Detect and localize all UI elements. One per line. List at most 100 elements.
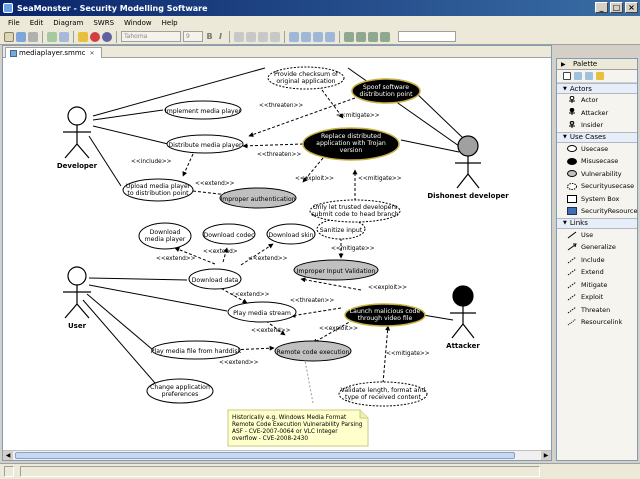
menu-help[interactable]: Help [157,19,183,27]
grid-icon[interactable] [368,31,378,42]
actor-developer[interactable] [63,106,91,159]
diagram-canvas[interactable]: Developer Dishonest developer User Attac… [3,58,551,450]
palette-item-generalize[interactable]: Generalize [557,241,637,254]
svg-text:application with Trojan: application with Trojan [316,140,386,147]
scroll-right-icon[interactable]: ▶ [541,451,551,460]
usecase-distribute[interactable]: Distribute media player [166,134,244,154]
svg-text:submit code to head branch: submit code to head branch [311,211,398,218]
fill-color-icon[interactable] [246,31,256,42]
palette-item-include[interactable]: Include [557,254,637,267]
actor-attacker[interactable] [450,285,476,339]
misusecase-replace[interactable]: Replace distributed application with Tro… [302,127,400,161]
undo-icon[interactable] [47,31,57,42]
triangle-down-icon: ▼ [563,220,567,226]
palette-item-securityusecase[interactable]: Securityusecase [557,180,637,193]
usecase-download-codec[interactable]: Download codec [202,223,256,245]
svg-text:Replace distributed: Replace distributed [321,133,381,140]
misusecase-spoof[interactable]: Spoof software distribution point [351,78,421,104]
line-style-icon[interactable] [270,31,280,42]
zoom-combo[interactable] [398,31,456,42]
palette-item-mitigate[interactable]: Mitigate [557,279,637,292]
palette-item-vulnerability[interactable]: Vulnerability [557,168,637,181]
vulnerability-auth[interactable]: Improper authentication [219,187,297,209]
select-icon[interactable] [313,31,323,42]
menu-file[interactable]: File [3,19,25,27]
securityusecase-validate[interactable]: Validate length, format and type of rece… [338,381,428,407]
misusecase-launch[interactable]: Launch malicious code through video file [344,303,426,327]
usecase-implement[interactable]: Implement media player [164,100,242,120]
securityusecase-sanitize[interactable]: Sanitize input [316,218,366,240]
close-button[interactable]: × [625,2,638,13]
palette-item-actor[interactable]: Actor [557,94,637,107]
select-tool-icon[interactable] [563,72,571,80]
palette-item-usecase[interactable]: Usecase [557,143,637,156]
menu-diagram[interactable]: Diagram [48,19,88,27]
route-icon[interactable] [344,31,354,42]
horizontal-scrollbar[interactable]: ◀ ▶ [3,450,551,460]
zoom-in-icon[interactable] [574,72,582,80]
redo-icon[interactable] [59,31,69,42]
font-combo[interactable]: Tahoma [121,31,181,42]
usecase-upload[interactable]: Upload media player to distribution poin… [122,178,194,202]
tab-mediaplayer[interactable]: mediaplayer.smmc ✕ [5,47,102,58]
print-icon[interactable] [28,31,38,42]
palette-header[interactable]: ▶ Palette [557,59,637,70]
close-icon[interactable]: ✕ [90,50,95,57]
menu-edit[interactable]: Edit [25,19,49,27]
save-icon[interactable] [16,31,26,42]
font-color-icon[interactable] [234,31,244,42]
drawer-usecases[interactable]: ▼ Use Cases [557,131,637,143]
run-icon[interactable] [90,31,100,42]
drawer-links[interactable]: ▼ Links [557,217,637,229]
usecase-download-player[interactable]: Download media player [138,222,192,250]
securityusecase-trusted-devs[interactable]: Only let trusted developers submit code … [309,199,401,223]
usecase-download-skin[interactable]: Download skin [266,223,316,245]
app-icon [3,3,13,13]
zoom-out-icon[interactable] [585,72,593,80]
zoom-icon[interactable] [325,31,335,42]
menu-swrs[interactable]: SWRS [88,19,119,27]
usecase-play-file[interactable]: Play media file from harddisk [151,340,242,360]
align-icon[interactable] [289,31,299,42]
maximize-button[interactable]: □ [610,2,623,13]
drawer-actors[interactable]: ▼ Actors [557,83,637,94]
palette-item-exploit[interactable]: Exploit [557,291,637,304]
arrow-icon[interactable] [78,31,88,42]
font-size-combo[interactable]: 9 [183,31,203,42]
scroll-left-icon[interactable]: ◀ [3,451,13,460]
vulnerability-rce[interactable]: Remote code execution [274,340,352,362]
layout-icon[interactable] [380,31,390,42]
svg-text:overflow - CVE-2008-2430: overflow - CVE-2008-2430 [232,436,308,442]
palette-item-attacker[interactable]: Attacker [557,107,637,120]
note-tool-icon[interactable] [596,72,604,80]
palette-item-resourcelink[interactable]: Resourcelink [557,316,637,329]
usecase-download-data[interactable]: Download data [188,268,242,290]
usecase-play-stream[interactable]: Play media stream [227,301,297,323]
palette-item-securityresource[interactable]: SecurityResource [557,205,638,218]
palette-item-systembox[interactable]: System Box [557,193,637,206]
line-color-icon[interactable] [258,31,268,42]
scroll-thumb[interactable] [15,452,515,459]
minimize-button[interactable]: _ [595,2,608,13]
new-icon[interactable] [4,31,14,42]
snap-icon[interactable] [356,31,366,42]
bold-button[interactable]: B [205,32,214,41]
usecase-checksum[interactable]: Provide checksum of original application [267,66,345,90]
actor-user[interactable] [63,266,91,319]
palette-item-extend[interactable]: Extend [557,266,637,279]
palette-item-threaten[interactable]: Threaten [557,304,637,317]
usecase-change-prefs[interactable]: Change application preferences [146,378,214,404]
actor-dishonest-developer[interactable] [455,135,481,189]
label-mitigate: <<mitigate>> [386,351,430,357]
debug-icon[interactable] [102,31,112,42]
actor-developer-label: Developer [57,162,98,170]
palette-item-use[interactable]: Use [557,229,637,242]
note-cve[interactable]: Historically e.g. Windows Media Format R… [227,409,369,447]
vulnerability-input[interactable]: Improper Input Validation [293,259,379,281]
palette-item-insider[interactable]: Insider [557,119,637,132]
palette-item-misusecase[interactable]: Misusecase [557,155,637,168]
toolbar-separator [42,30,43,43]
arrange-icon[interactable] [301,31,311,42]
menu-window[interactable]: Window [119,19,157,27]
italic-button[interactable]: I [216,32,225,41]
